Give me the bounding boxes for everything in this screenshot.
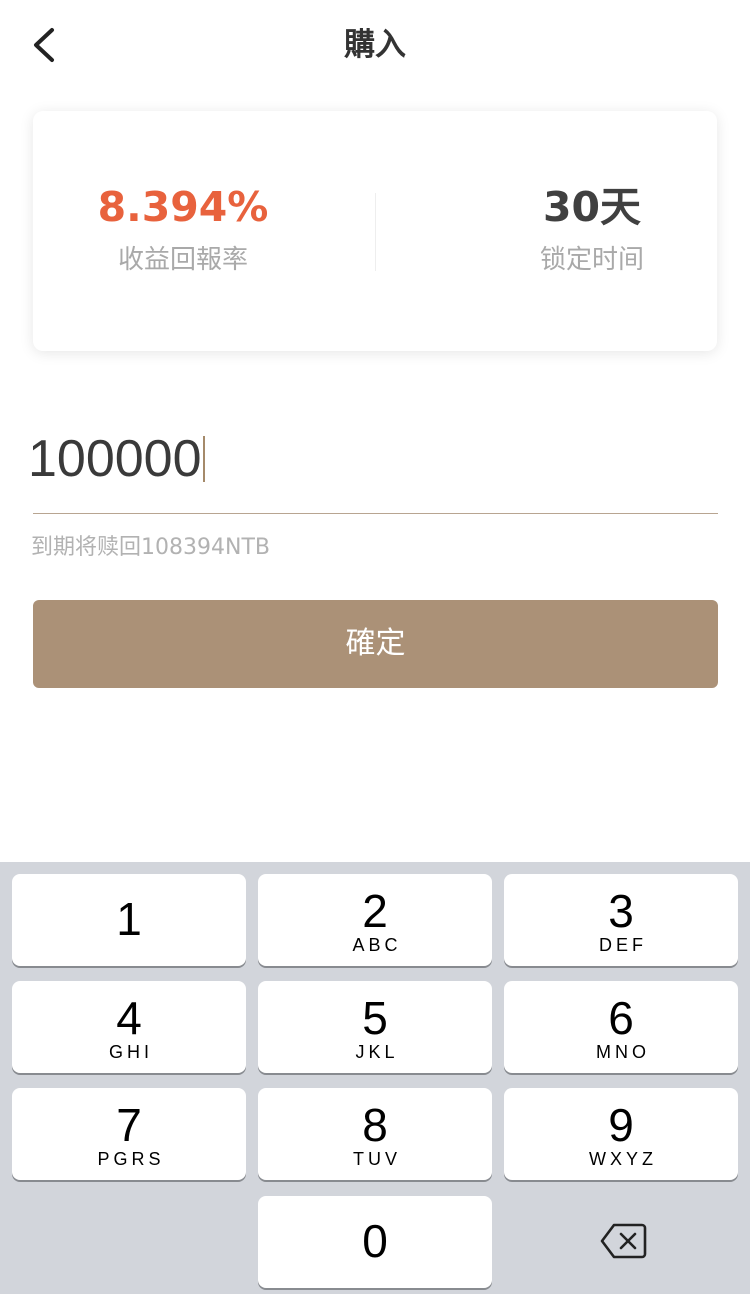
- rate-stat: 8.394% 收益回報率: [33, 181, 333, 277]
- key-digit: 1: [116, 893, 142, 945]
- key-letters: DEF: [599, 935, 647, 955]
- lock-label: 锁定时间: [539, 245, 644, 275]
- key-digit: 2: [362, 885, 388, 937]
- key-5[interactable]: 5 JKL: [258, 981, 492, 1073]
- key-digit: 4: [116, 992, 142, 1044]
- purchase-screen: 購入 8.394% 收益回報率 30天 锁定时间 100000 到期将赎回108…: [0, 0, 750, 1294]
- key-0[interactable]: 0: [258, 1196, 492, 1288]
- key-digit: 0: [362, 1215, 388, 1267]
- key-digit: 8: [362, 1099, 388, 1151]
- key-letters: MNO: [596, 1042, 650, 1062]
- input-underline: [33, 513, 718, 514]
- page-title: 購入: [344, 27, 406, 63]
- rate-value: 8.394%: [97, 183, 269, 231]
- key-letters: GHI: [108, 1042, 153, 1062]
- key-9[interactable]: 9 WXYZ: [504, 1088, 738, 1180]
- delete-button[interactable]: [504, 1204, 738, 1280]
- key-6[interactable]: 6 MNO: [504, 981, 738, 1073]
- key-digit: 3: [608, 885, 634, 937]
- key-letters: WXYZ: [589, 1149, 657, 1169]
- key-digit: 9: [608, 1099, 634, 1151]
- key-4[interactable]: 4 GHI: [12, 981, 246, 1073]
- backspace-icon: [600, 1223, 647, 1259]
- key-digit: 6: [608, 992, 634, 1044]
- key-letters: ABC: [352, 935, 402, 955]
- rate-label: 收益回報率: [117, 245, 248, 275]
- header: 購入: [0, 0, 750, 90]
- key-letters: TUV: [353, 1149, 401, 1169]
- card-divider: [375, 193, 376, 271]
- key-8[interactable]: 8 TUV: [258, 1088, 492, 1180]
- lock-stat: 30天 锁定时间: [442, 181, 742, 277]
- numeric-keypad: 1 2 ABC 3 DEF 4 GHI 5 JKL 6 MNO 7 PGRS 8…: [0, 862, 750, 1294]
- lock-value: 30天: [542, 183, 642, 231]
- key-7[interactable]: 7 PGRS: [12, 1088, 246, 1180]
- key-digit: 5: [362, 992, 388, 1044]
- key-digit: 7: [116, 1099, 142, 1151]
- key-3[interactable]: 3 DEF: [504, 874, 738, 966]
- key-2[interactable]: 2 ABC: [258, 874, 492, 966]
- confirm-button[interactable]: 確定: [33, 600, 718, 688]
- key-letters: PGRS: [97, 1149, 165, 1169]
- amount-value: 100000: [28, 430, 202, 488]
- redeem-hint: 到期将赎回108394NTB: [31, 535, 270, 560]
- key-1[interactable]: 1: [12, 874, 246, 966]
- key-letters: JKL: [355, 1042, 399, 1062]
- product-info-card: 8.394% 收益回報率 30天 锁定时间: [33, 111, 717, 351]
- text-caret: [202, 436, 205, 482]
- amount-input[interactable]: 100000: [28, 426, 205, 492]
